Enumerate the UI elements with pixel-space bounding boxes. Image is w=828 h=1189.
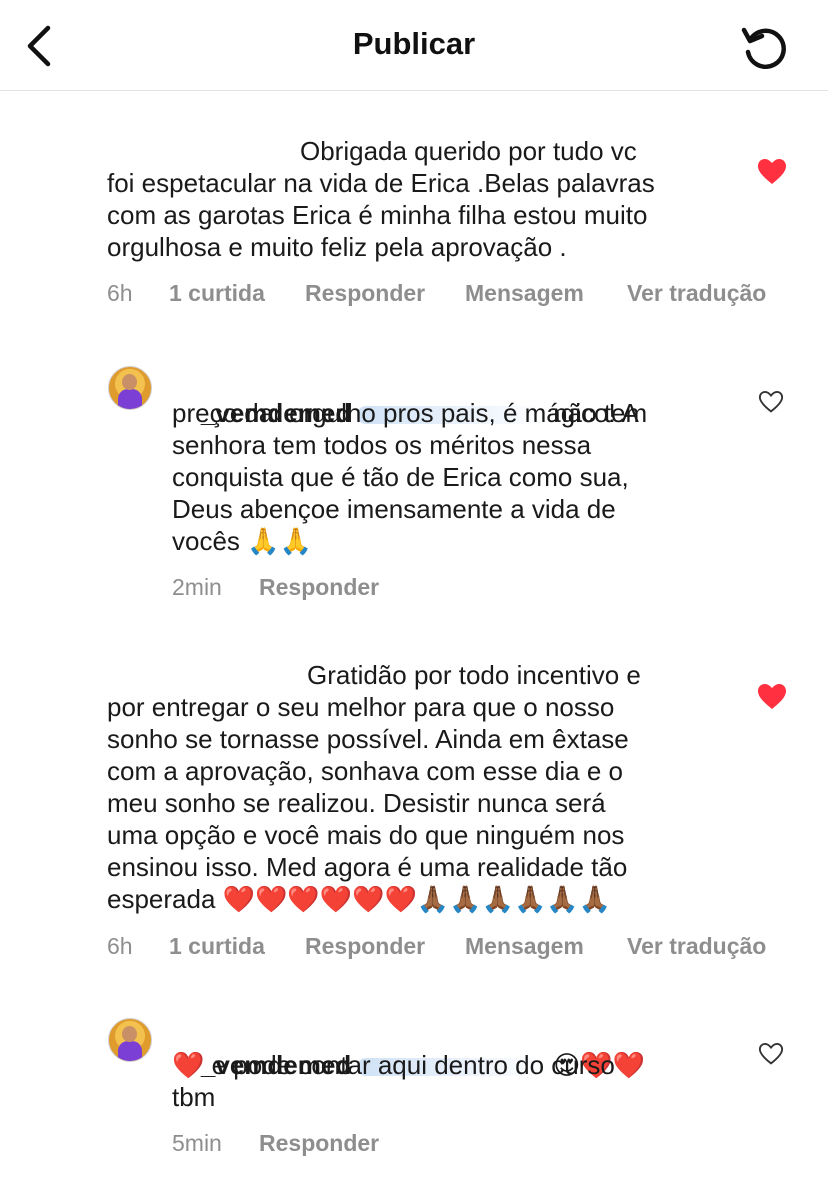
heart-outline-icon[interactable] — [758, 390, 784, 414]
message-button[interactable]: Mensagem — [465, 933, 627, 960]
comment-actions: 6h 1 curtida Responder Mensagem Ver trad… — [107, 933, 766, 960]
likes-count[interactable]: 1 curtida — [169, 933, 305, 960]
avatar[interactable] — [108, 366, 152, 410]
avatar[interactable] — [108, 1018, 152, 1062]
reply-time: 5min — [172, 1130, 222, 1156]
heart-outline-icon[interactable] — [758, 1042, 784, 1066]
heart-filled-icon[interactable] — [757, 683, 787, 711]
reply-button[interactable]: Responder — [259, 574, 379, 601]
reply-button[interactable]: Responder — [305, 280, 465, 307]
comment-text: Gratidão por todo incentivo e por entreg… — [107, 660, 641, 914]
reply-actions: 2min Responder — [172, 574, 379, 601]
comment-time: 6h — [107, 933, 133, 959]
header-bar: Publicar — [0, 0, 828, 91]
page-title: Publicar — [352, 26, 476, 61]
reply-button[interactable]: Responder — [259, 1130, 379, 1157]
reply-text: ❤️ e pode contar aqui dentro do curso tb… — [172, 1050, 615, 1112]
reply-actions: 5min Responder — [172, 1130, 379, 1157]
heart-filled-icon[interactable] — [757, 158, 787, 186]
comment-text: Obrigada querido por tudo vc foi espetac… — [107, 136, 655, 262]
likes-count[interactable]: 1 curtida — [169, 280, 305, 307]
refresh-icon[interactable] — [738, 20, 790, 72]
comment-actions: 6h 1 curtida Responder Mensagem Ver trad… — [107, 280, 766, 307]
translate-button[interactable]: Ver tradução — [627, 933, 766, 960]
reply-time: 2min — [172, 574, 222, 600]
reply-button[interactable]: Responder — [305, 933, 465, 960]
comment-time: 6h — [107, 280, 133, 306]
message-button[interactable]: Mensagem — [465, 280, 627, 307]
reply-text: preço dar orgulho pros pais, é mágico! A… — [172, 398, 639, 556]
translate-button[interactable]: Ver tradução — [627, 280, 766, 307]
